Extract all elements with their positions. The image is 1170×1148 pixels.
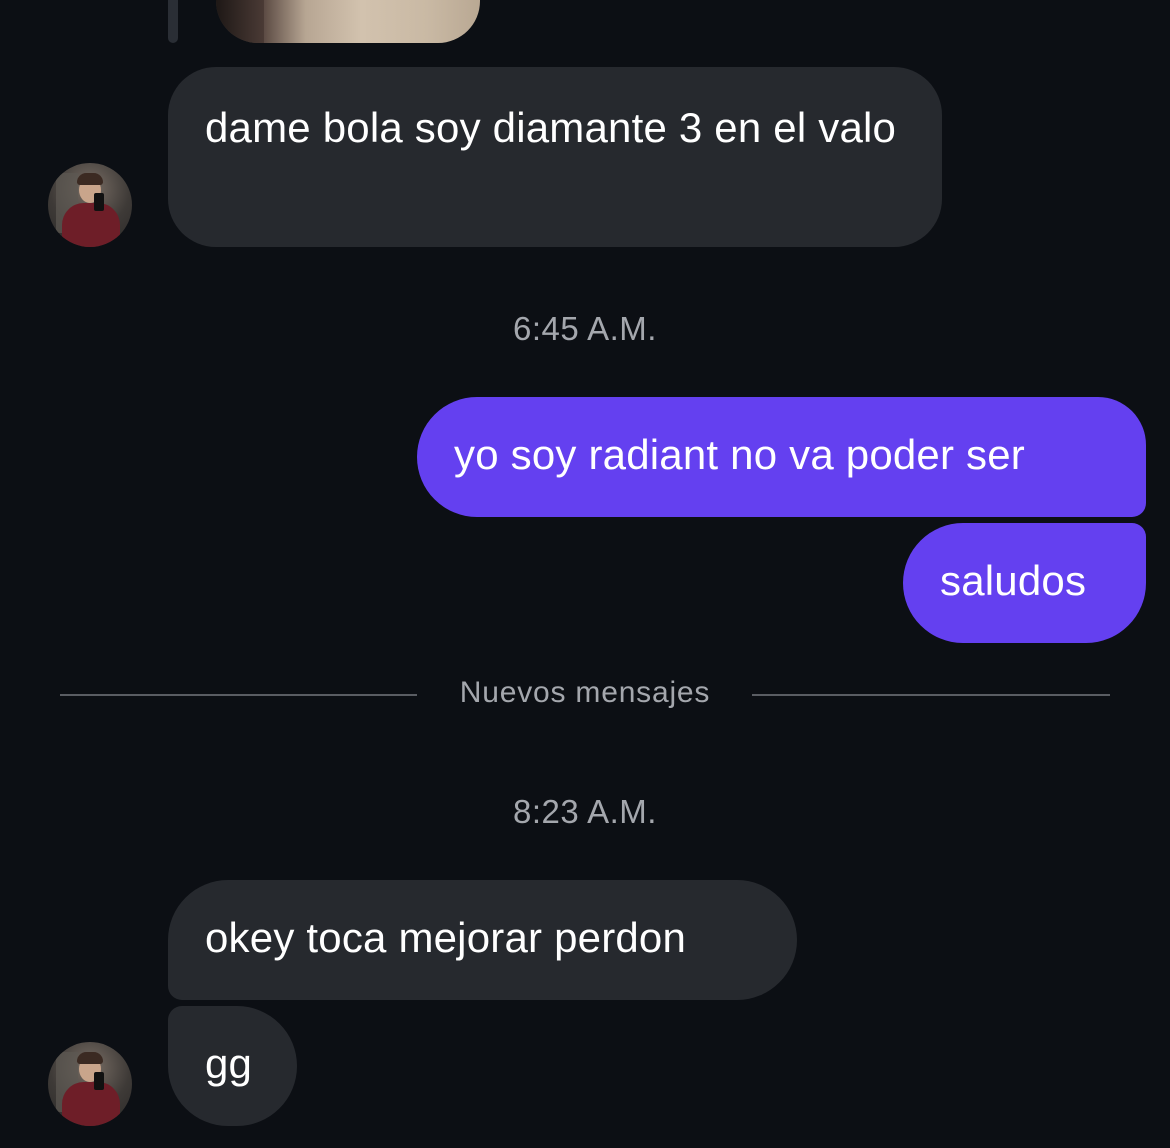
incoming-message-bubble[interactable]: okey toca mejorar perdon [168,880,797,1000]
message-text: saludos [940,557,1087,604]
contact-avatar[interactable] [48,163,132,247]
shared-photo-thumbnail[interactable] [216,0,480,43]
contact-avatar[interactable] [48,1042,132,1126]
incoming-message-bubble[interactable]: gg [168,1006,297,1126]
message-text: okey toca mejorar perdon [205,914,687,961]
message-text: yo soy radiant no va poder ser [454,431,1025,478]
new-messages-divider-label: Nuevos mensajes [459,676,711,709]
message-timestamp: 6:45 A.M. [513,310,657,347]
message-timestamp: 8:23 A.M. [513,793,657,830]
outgoing-message-bubble[interactable]: yo soy radiant no va poder ser [417,397,1146,517]
new-messages-divider-line-right [752,694,1110,696]
message-text: dame bola soy diamante 3 en el valo [205,104,897,151]
reply-thread-indicator [168,0,178,43]
outgoing-message-bubble[interactable]: saludos [903,523,1146,643]
message-text: gg [205,1040,253,1087]
incoming-message-bubble[interactable]: dame bola soy diamante 3 en el valo [168,67,942,247]
